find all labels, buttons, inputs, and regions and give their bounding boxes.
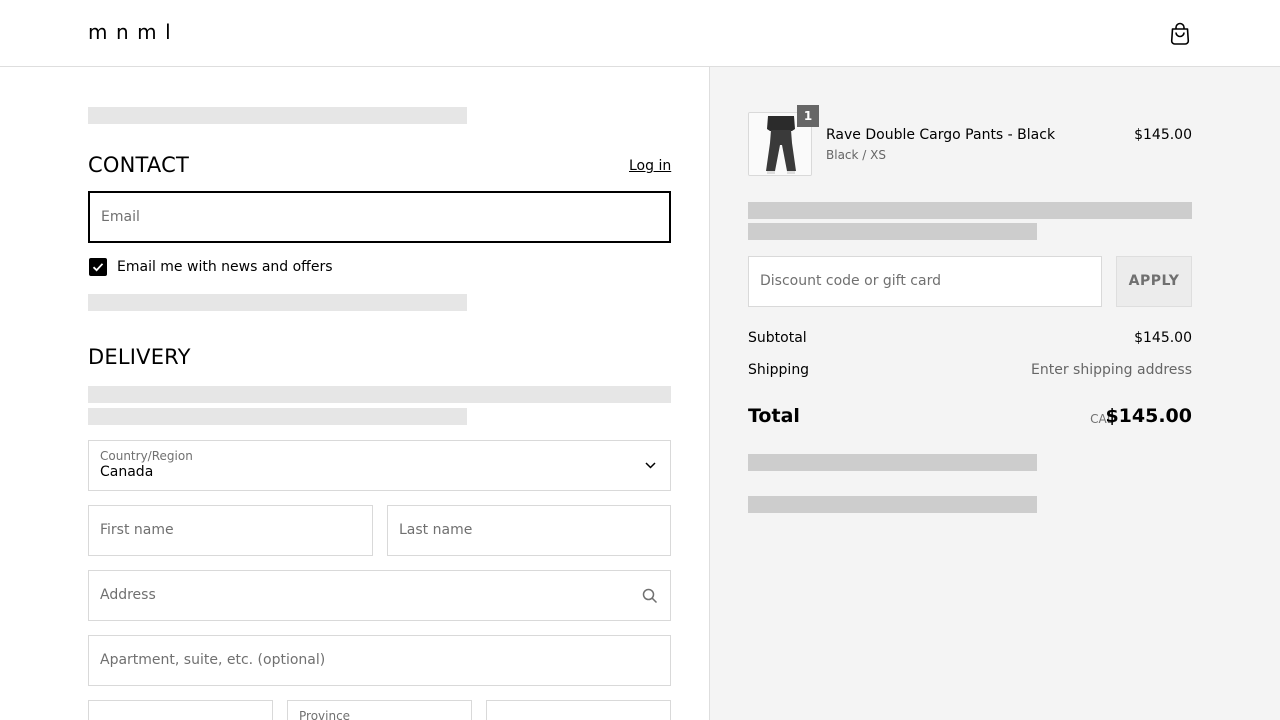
loading-placeholder xyxy=(748,454,1037,471)
postal-code-field[interactable] xyxy=(486,700,671,720)
loading-placeholder xyxy=(88,294,467,311)
last-name-field[interactable]: Last name xyxy=(387,505,671,556)
loading-placeholder xyxy=(88,107,467,124)
brand-logo[interactable]: mnml xyxy=(88,20,179,44)
delivery-heading: DELIVERY xyxy=(88,345,191,369)
country-label: Country/Region xyxy=(100,449,193,463)
loading-placeholder xyxy=(748,496,1037,513)
product-variant: Black / XS xyxy=(826,148,886,162)
loading-placeholder xyxy=(748,223,1037,240)
province-label: Province xyxy=(299,709,351,720)
shipping-label: Shipping xyxy=(748,362,810,378)
email-placeholder: Email xyxy=(101,209,140,225)
first-name-field[interactable]: First name xyxy=(88,505,373,556)
search-icon[interactable] xyxy=(642,588,658,604)
total-value: $145.00 xyxy=(1105,405,1192,427)
country-select[interactable]: Country/Region Canada xyxy=(88,440,671,491)
contact-heading: CONTACT xyxy=(88,153,189,177)
shopping-bag-icon[interactable] xyxy=(1169,22,1191,46)
province-select[interactable]: Province xyxy=(287,700,472,720)
loading-placeholder xyxy=(88,386,671,403)
order-summary: 1 Rave Double Cargo Pants - Black Black … xyxy=(709,67,1280,720)
subtotal-label: Subtotal xyxy=(748,330,807,346)
country-value: Canada xyxy=(100,464,154,480)
site-header: mnml xyxy=(0,0,1280,67)
apply-discount-button[interactable]: APPLY xyxy=(1116,256,1192,307)
email-field[interactable]: Email xyxy=(88,191,671,243)
city-field[interactable] xyxy=(88,700,273,720)
product-name: Rave Double Cargo Pants - Black xyxy=(826,127,1056,143)
address-field[interactable]: Address xyxy=(88,570,671,621)
newsletter-label[interactable]: Email me with news and offers xyxy=(117,259,333,275)
address-placeholder: Address xyxy=(100,587,156,603)
loading-placeholder xyxy=(748,202,1192,219)
product-price: $145.00 xyxy=(1134,127,1192,143)
first-name-placeholder: First name xyxy=(100,522,174,538)
login-link[interactable]: Log in xyxy=(629,158,671,174)
newsletter-checkbox[interactable] xyxy=(89,258,107,276)
apartment-field[interactable]: Apartment, suite, etc. (optional) xyxy=(88,635,671,686)
quantity-badge: 1 xyxy=(797,105,819,127)
total-label: Total xyxy=(748,405,800,427)
loading-placeholder xyxy=(88,408,467,425)
discount-placeholder: Discount code or gift card xyxy=(760,273,941,289)
apartment-placeholder: Apartment, suite, etc. (optional) xyxy=(100,652,326,668)
shipping-value: Enter shipping address xyxy=(1031,362,1192,378)
chevron-down-icon xyxy=(645,462,656,469)
last-name-placeholder: Last name xyxy=(399,522,473,538)
subtotal-value: $145.00 xyxy=(1134,330,1192,346)
discount-code-field[interactable]: Discount code or gift card xyxy=(748,256,1102,307)
checkmark-icon xyxy=(92,263,104,272)
